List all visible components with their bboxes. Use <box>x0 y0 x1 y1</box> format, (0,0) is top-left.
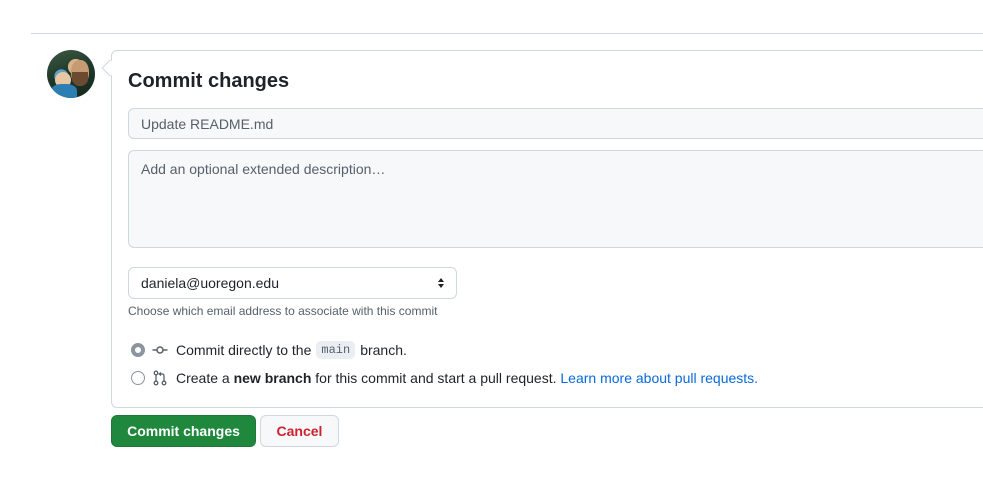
option-direct-suffix: branch. <box>360 342 407 358</box>
commit-changes-button[interactable]: Commit changes <box>111 415 256 447</box>
page-title: Commit changes <box>128 70 290 92</box>
email-select[interactable]: daniela@uoregon.edu <box>128 267 457 299</box>
avatar-jacket <box>51 84 77 98</box>
git-commit-icon <box>152 346 168 354</box>
select-arrows-icon <box>438 278 444 288</box>
option-direct-prefix: Commit directly to the <box>176 342 312 358</box>
learn-more-link[interactable]: Learn more about pull requests. <box>560 370 758 386</box>
git-pull-request-icon <box>153 370 167 386</box>
commit-summary-input[interactable] <box>128 108 983 139</box>
avatar-beard <box>72 72 88 86</box>
option-commit-direct[interactable]: Commit directly to the main branch. <box>131 341 407 359</box>
top-divider <box>31 33 983 34</box>
commit-description-input[interactable] <box>128 150 983 248</box>
cancel-button[interactable]: Cancel <box>260 415 339 447</box>
email-select-value: daniela@uoregon.edu <box>141 275 279 291</box>
option-new-bold: new branch <box>233 370 312 386</box>
avatar[interactable] <box>47 50 95 98</box>
email-hint: Choose which email address to associate … <box>128 304 438 318</box>
radio-commit-direct[interactable] <box>131 343 145 357</box>
radio-new-branch[interactable] <box>131 371 145 385</box>
option-new-middle: for this commit and start a pull request… <box>315 370 557 386</box>
branch-name-chip: main <box>316 341 356 359</box>
option-new-branch[interactable]: Create a new branch for this commit and … <box>131 370 758 386</box>
option-new-prefix: Create a <box>176 370 230 386</box>
